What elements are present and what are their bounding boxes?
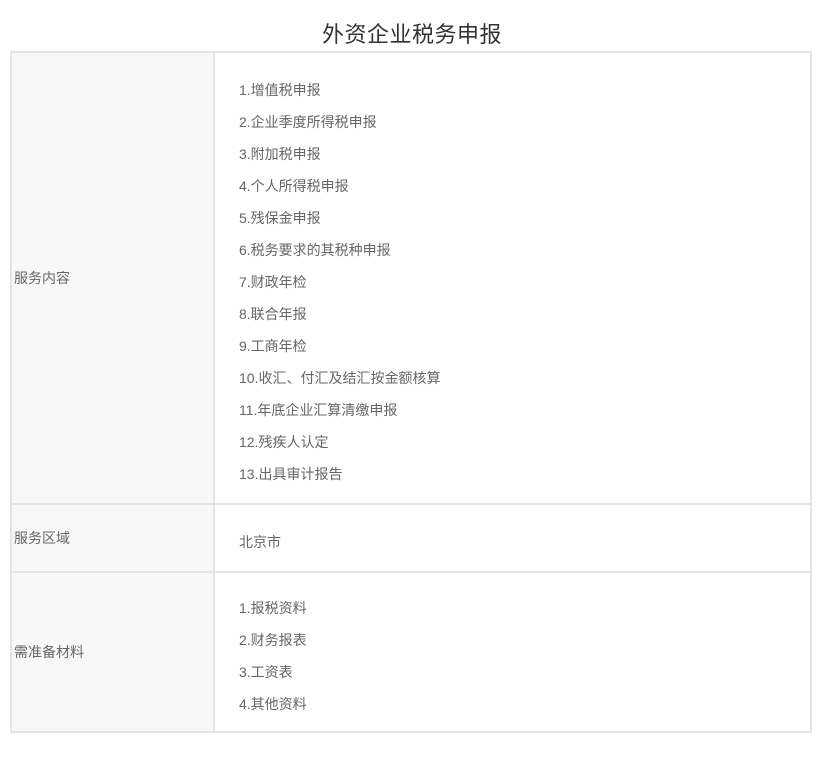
service-item: 12.残疾人认定 [239,426,800,458]
table-row-service-content: 服务内容 1.增值税申报 2.企业季度所得税申报 3.附加税申报 4.个人所得税… [11,52,811,504]
service-item: 4.个人所得税申报 [239,170,800,202]
page: 外资企业税务申报 服务内容 1.增值税申报 2.企业季度所得税申报 3.附加税申… [0,0,824,775]
service-item: 8.联合年报 [239,298,800,330]
service-table: 服务内容 1.增值税申报 2.企业季度所得税申报 3.附加税申报 4.个人所得税… [10,51,812,733]
service-item: 3.附加税申报 [239,138,800,170]
service-area-cell: 北京市 [214,504,811,572]
material-item: 1.报税资料 [239,592,800,624]
material-item: 4.其他资料 [239,688,800,720]
service-item: 6.税务要求的其税种申报 [239,234,800,266]
row-label-service-area: 服务区域 [11,504,214,572]
material-item: 2.财务报表 [239,624,800,656]
material-item: 3.工资表 [239,656,800,688]
service-item: 13.出具审计报告 [239,458,800,490]
service-area-value: 北京市 [239,526,800,558]
page-title: 外资企业税务申报 [0,0,824,51]
service-item: 1.增值税申报 [239,74,800,106]
service-item: 9.工商年检 [239,330,800,362]
service-item: 2.企业季度所得税申报 [239,106,800,138]
service-item: 7.财政年检 [239,266,800,298]
table-row-service-area: 服务区域 北京市 [11,504,811,572]
row-label-materials: 需准备材料 [11,572,214,732]
service-content-cell: 1.增值税申报 2.企业季度所得税申报 3.附加税申报 4.个人所得税申报 5.… [214,52,811,504]
row-label-service-content: 服务内容 [11,52,214,504]
table-row-materials: 需准备材料 1.报税资料 2.财务报表 3.工资表 4.其他资料 [11,572,811,732]
materials-cell: 1.报税资料 2.财务报表 3.工资表 4.其他资料 [214,572,811,732]
service-item: 11.年底企业汇算清缴申报 [239,394,800,426]
service-item: 5.残保金申报 [239,202,800,234]
service-item: 10.收汇、付汇及结汇按金额核算 [239,362,800,394]
